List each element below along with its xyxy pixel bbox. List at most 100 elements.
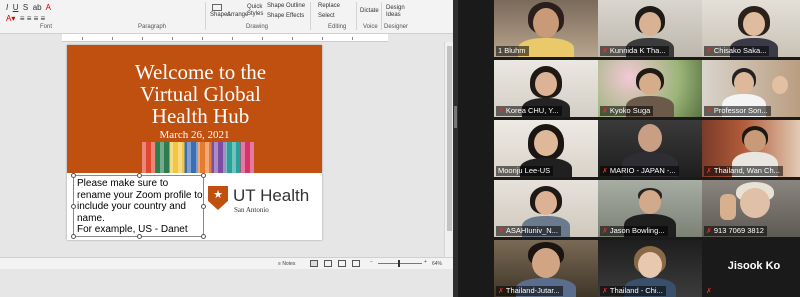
title-line: Welcome to the [134, 60, 267, 84]
slide-title[interactable]: Welcome to the Virtual Global Health Hub [103, 61, 298, 127]
participant-face [533, 8, 559, 38]
participant-name: Moonju Lee-US [498, 166, 551, 175]
participant-tile[interactable]: 1 Bluhm [494, 0, 598, 57]
shapes-icon[interactable] [212, 4, 222, 11]
participant-tile[interactable]: ✗ Professor Son... [702, 60, 800, 117]
zoom-level[interactable]: 64% [432, 261, 442, 267]
align-right-icon[interactable]: ≡ [34, 14, 39, 23]
instruction-text: Please make sure to rename your Zoom pro… [77, 178, 203, 236]
participant-tile[interactable]: ✗ Thailand - Chi... [598, 240, 702, 297]
participant-name-label: Moonju Lee-US [496, 166, 554, 176]
divider-grip[interactable] [454, 106, 457, 128]
participant-name-label: ✗ MARIO - JAPAN -... [600, 166, 679, 176]
resize-handle[interactable] [201, 173, 206, 178]
participant-name: ASAHIuniv_N... [505, 226, 558, 235]
font-color-button[interactable]: A [46, 3, 51, 12]
instruction-example: For example, US - Danet [77, 224, 188, 235]
horizontal-ruler [62, 34, 388, 42]
resize-handle[interactable] [71, 173, 76, 178]
hands-artwork-overlay [142, 142, 254, 173]
muted-mic-icon: ✗ [706, 168, 712, 175]
slide-sorter-icon[interactable] [324, 260, 332, 267]
participant-face [744, 130, 766, 152]
slide-date[interactable]: March 26, 2021 [67, 129, 322, 141]
paragraph-group-label: Paragraph [138, 24, 167, 30]
slide[interactable]: Welcome to the Virtual Global Health Hub… [67, 45, 322, 240]
participant-tile[interactable]: Jisook Ko ✗ [702, 240, 800, 297]
align-left-icon[interactable]: ≡ [20, 14, 25, 23]
zoom-slider-thumb[interactable] [398, 260, 400, 267]
select-button[interactable]: Select [318, 13, 335, 20]
logo-wordmark: UT Health [233, 186, 310, 205]
reading-view-icon[interactable] [338, 260, 346, 267]
muted-mic-icon: ✗ [706, 108, 712, 115]
slideshow-icon[interactable] [352, 260, 360, 267]
participant-name: Jason Bowling... [609, 226, 665, 235]
separator [381, 2, 382, 30]
participant-name-center: Jisook Ko [727, 260, 781, 272]
muted-mic-icon: ✗ [602, 288, 608, 295]
arrange-button[interactable]: Arrange [227, 12, 248, 19]
font-color-icon[interactable]: A▾ [6, 14, 15, 23]
normal-view-icon[interactable] [310, 260, 318, 267]
italic-button[interactable]: I [6, 3, 8, 12]
vertical-scrollbar[interactable] [444, 42, 453, 257]
replace-button[interactable]: Replace [318, 3, 340, 10]
shape-effects-button[interactable]: Shape Effects [267, 13, 304, 20]
participant-face [535, 72, 557, 96]
participant-tile[interactable]: ✗ Korea CHU, Y... [494, 60, 598, 117]
muted-mic-icon: ✗ [602, 168, 608, 175]
instruction-body: Please make sure to rename your Zoom pro… [77, 178, 203, 224]
participant-name: Professor Son... [713, 106, 768, 115]
align-center-icon[interactable]: ≡ [27, 14, 32, 23]
participant-name: MARIO - JAPAN -... [609, 166, 676, 175]
dictate-button[interactable]: Dictate [360, 8, 379, 15]
participant-tile[interactable]: ✗ 913 7069 3812 [702, 180, 800, 237]
resize-handle[interactable] [201, 234, 206, 239]
resize-handle[interactable] [137, 173, 142, 178]
quick-styles-button[interactable]: Quick Styles [247, 4, 265, 18]
participant-name: Korea CHU, Y... [505, 106, 559, 115]
separator [310, 2, 311, 30]
voice-group-label: Voice [363, 24, 378, 30]
design-ideas-button[interactable]: Design Ideas [386, 5, 405, 19]
muted-mic-icon: ✗ [602, 108, 608, 115]
zoom-in-icon[interactable]: + [424, 259, 427, 265]
participant-tile[interactable]: ✗ Kunnida K Tha... [598, 0, 702, 57]
participant-face [534, 130, 558, 156]
strikethrough-button[interactable]: S [23, 3, 28, 12]
participant-tile[interactable]: ✗ MARIO - JAPAN -... [598, 120, 702, 177]
resize-handle[interactable] [71, 204, 76, 209]
muted-mic-icon: ✗ [706, 288, 712, 295]
resize-handle[interactable] [71, 234, 76, 239]
participant-tile[interactable]: ✗ Thailand, Wan Ch... [702, 120, 800, 177]
notes-label: Notes [282, 261, 296, 267]
muted-mic-icon: ✗ [706, 48, 712, 55]
participant-tile[interactable]: ✗ Kyoko Suga [598, 60, 702, 117]
resize-handle[interactable] [201, 204, 206, 209]
participant-name: Thailand, Wan Ch... [713, 166, 780, 175]
resize-handle[interactable] [137, 234, 142, 239]
zoom-out-icon[interactable]: − [370, 259, 373, 265]
participant-name-label: ✗ Thailand - Chi... [600, 286, 666, 296]
zoom-slider[interactable] [378, 263, 422, 264]
zoom-gallery: 1 Bluhm ✗ Kunnida K Tha... ✗ Chisako Saka.… [458, 0, 800, 297]
separator [205, 2, 206, 30]
instruction-textbox[interactable]: Please make sure to rename your Zoom pro… [71, 173, 206, 239]
star-icon: ★ [213, 189, 223, 201]
participant-name: Chisako Saka... [713, 46, 767, 55]
underline-button[interactable]: U [13, 3, 19, 12]
justify-icon[interactable]: ≡ [41, 14, 46, 23]
title-line: Health Hub [151, 104, 250, 128]
participant-tile[interactable]: ✗ Thailand-Jutar... [494, 240, 598, 297]
participant-tile[interactable]: ✗ Chisako Saka... [702, 0, 800, 57]
shape-outline-button[interactable]: Shape Outline [267, 3, 305, 10]
participant-tile[interactable]: ✗ Jason Bowling... [598, 180, 702, 237]
text-shadow-button[interactable]: ab [33, 3, 42, 12]
participant-tile[interactable]: Moonju Lee-US [494, 120, 598, 177]
muted-mic-icon: ✗ [602, 228, 608, 235]
participant-tile[interactable]: ✗ ASAHIuniv_N... [494, 180, 598, 237]
scrollbar-thumb[interactable] [447, 46, 452, 231]
participant-name: Kyoko Suga [609, 106, 651, 115]
notes-button[interactable]: ≡ Notes [278, 261, 295, 267]
